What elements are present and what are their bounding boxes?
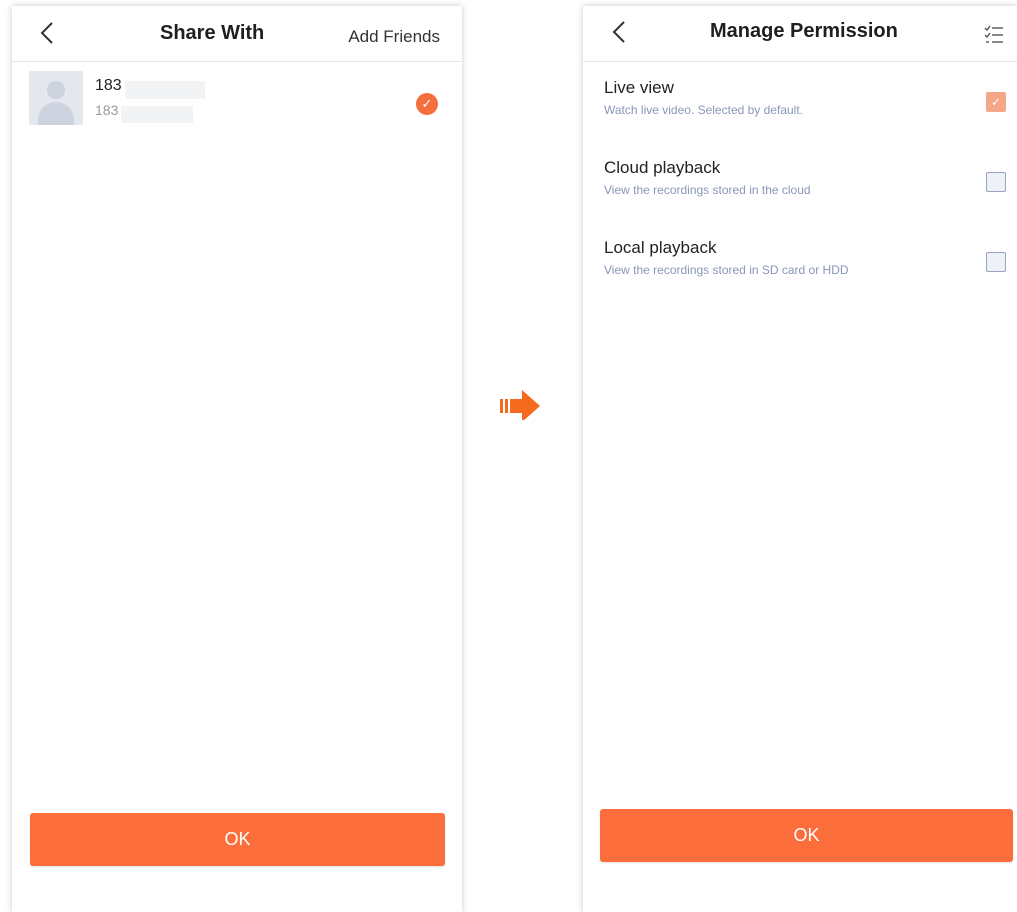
redacted-phone-mask bbox=[121, 106, 193, 123]
permission-item-live-view[interactable]: Live view Watch live video. Selected by … bbox=[604, 78, 1006, 138]
page-title: Share With bbox=[160, 22, 265, 44]
ok-button[interactable]: OK bbox=[600, 809, 1013, 862]
back-icon[interactable] bbox=[40, 21, 54, 45]
contact-name: 183 bbox=[95, 77, 122, 94]
page-title: Manage Permission bbox=[710, 20, 898, 42]
navbar: Share With Add Friends bbox=[12, 6, 462, 62]
contact-phone: 183 bbox=[95, 102, 119, 118]
local-playback-checkbox[interactable] bbox=[986, 252, 1006, 272]
permission-description: Watch live video. Selected by default. bbox=[604, 103, 803, 117]
add-friends-button[interactable]: Add Friends bbox=[348, 27, 440, 47]
permission-title: Cloud playback bbox=[604, 158, 721, 177]
share-with-screen: Share With Add Friends 183 183 ✓ OK bbox=[12, 6, 462, 912]
permission-item-cloud-playback[interactable]: Cloud playback View the recordings store… bbox=[604, 158, 1006, 218]
redacted-name-mask bbox=[125, 81, 205, 99]
manage-permission-screen: Manage Permission Live view Watch live v… bbox=[583, 6, 1017, 912]
right-arrow-icon bbox=[500, 390, 540, 422]
select-all-list-icon[interactable] bbox=[983, 24, 1005, 46]
ok-button[interactable]: OK bbox=[30, 813, 445, 866]
avatar-placeholder-icon bbox=[29, 71, 83, 125]
checkmark-icon[interactable]: ✓ bbox=[416, 93, 438, 115]
cloud-playback-checkbox[interactable] bbox=[986, 172, 1006, 192]
permission-title: Live view bbox=[604, 78, 674, 97]
permission-item-local-playback[interactable]: Local playback View the recordings store… bbox=[604, 238, 1006, 298]
navbar: Manage Permission bbox=[583, 6, 1017, 62]
permission-description: View the recordings stored in the cloud bbox=[604, 183, 811, 197]
permission-description: View the recordings stored in SD card or… bbox=[604, 263, 849, 277]
permission-title: Local playback bbox=[604, 238, 717, 257]
live-view-checkbox[interactable]: ✓ bbox=[986, 92, 1006, 112]
back-icon[interactable] bbox=[612, 20, 626, 44]
contact-list-item[interactable]: 183 183 ✓ bbox=[29, 71, 445, 127]
